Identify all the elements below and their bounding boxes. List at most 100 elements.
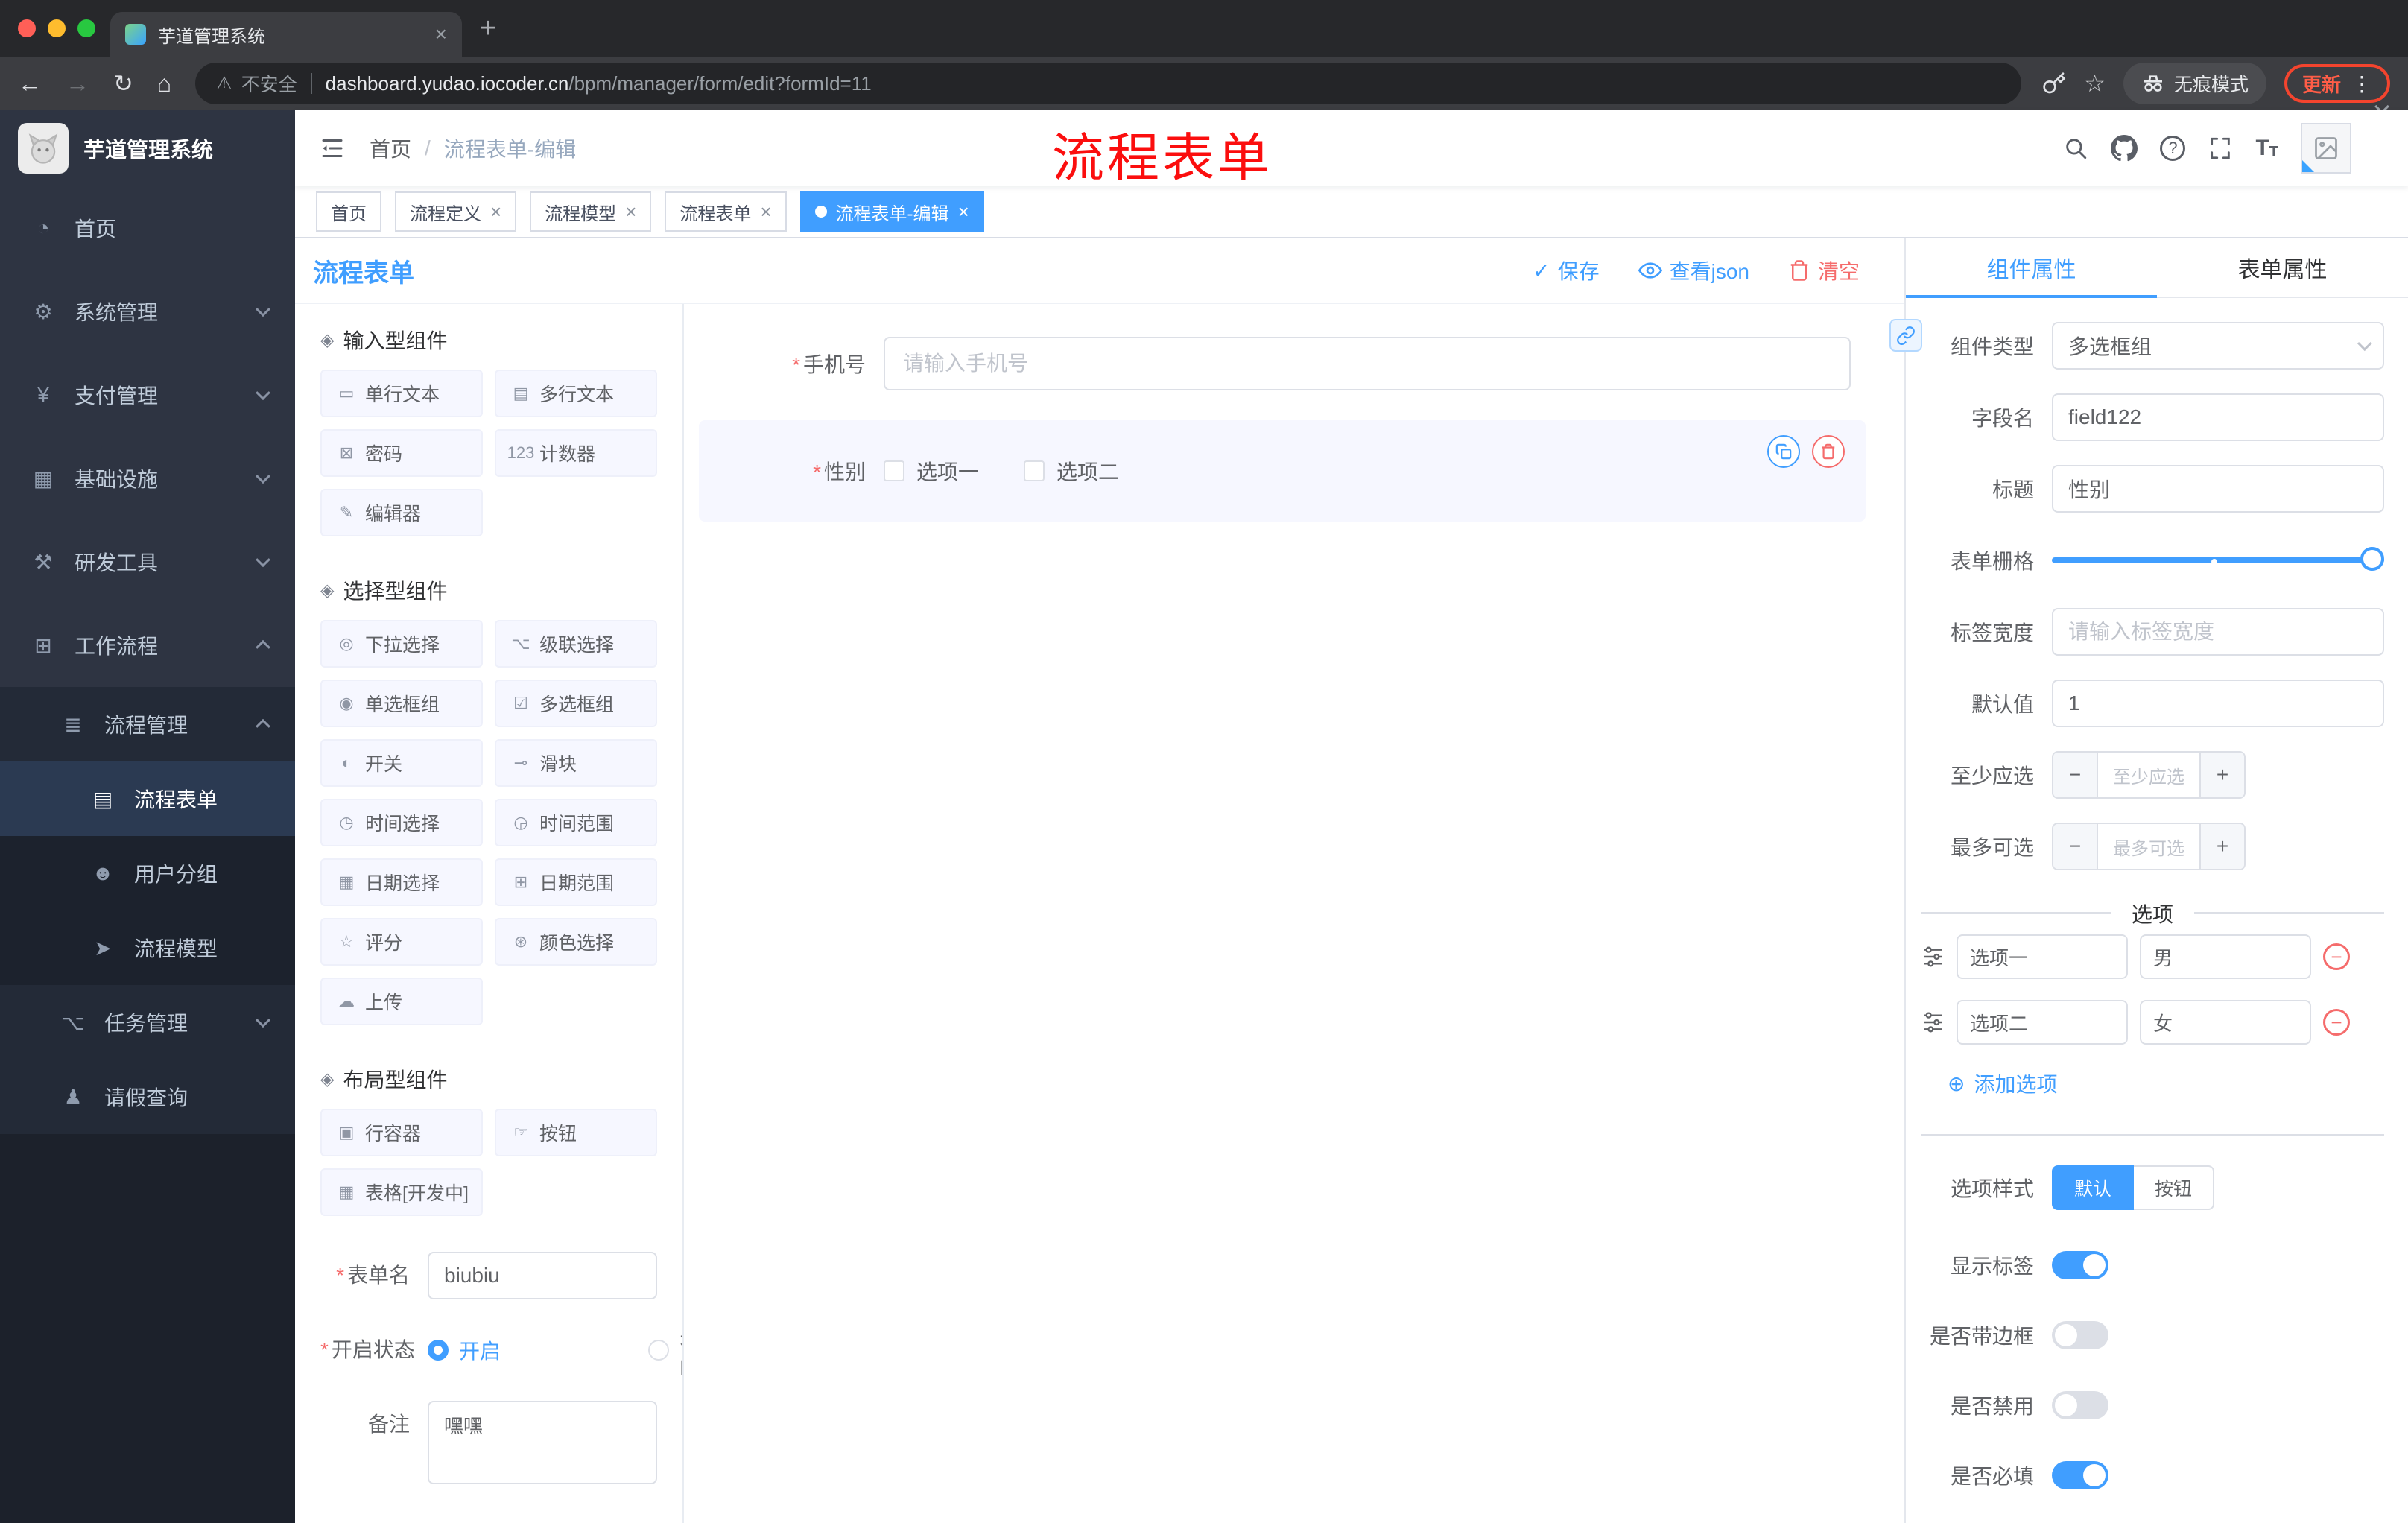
- component-checkbox-group[interactable]: ☑ 多选框组: [495, 680, 657, 727]
- component-slider[interactable]: ⊸ 滑块: [495, 739, 657, 787]
- increment-button[interactable]: +: [2199, 824, 2244, 869]
- component-upload[interactable]: ☁ 上传: [320, 978, 483, 1025]
- component-button[interactable]: ☞ 按钮: [495, 1109, 657, 1156]
- password-key-icon[interactable]: [2042, 72, 2066, 95]
- save-button[interactable]: ✓ 保存: [1533, 256, 1599, 285]
- form-remark-textarea[interactable]: 嘿嘿: [428, 1401, 657, 1484]
- breadcrumb-home[interactable]: 首页: [370, 133, 411, 163]
- component-table[interactable]: ▦ 表格[开发中]: [320, 1168, 483, 1216]
- component-row-container[interactable]: ▣ 行容器: [320, 1109, 483, 1156]
- tab-close-icon[interactable]: ×: [435, 22, 447, 46]
- home-icon[interactable]: ⌂: [157, 70, 171, 98]
- sidebar-item-process-mgmt[interactable]: ≣ 流程管理: [0, 687, 295, 762]
- grid-slider[interactable]: [2052, 536, 2384, 584]
- phone-input[interactable]: [884, 337, 1851, 390]
- minimize-window-button[interactable]: [48, 19, 66, 37]
- tag-process-form[interactable]: 流程表单 ×: [665, 191, 787, 232]
- drag-handle-icon[interactable]: [1921, 945, 1945, 969]
- sidebar-item-home[interactable]: ◔ 首页: [0, 186, 295, 270]
- remove-option-button[interactable]: −: [2323, 1009, 2350, 1036]
- component-select[interactable]: ◎ 下拉选择: [320, 620, 483, 668]
- search-icon[interactable]: [2063, 136, 2088, 161]
- component-single-text[interactable]: ▭ 单行文本: [320, 370, 483, 417]
- drag-handle-icon[interactable]: [1921, 1010, 1945, 1034]
- gender-option-1[interactable]: 选项一: [884, 456, 979, 486]
- help-icon[interactable]: ?: [2160, 136, 2186, 161]
- component-switch[interactable]: ◐ 开关: [320, 739, 483, 787]
- address-bar[interactable]: ⚠ 不安全 dashboard.yudao.iocoder.cn /bpm/ma…: [195, 63, 2022, 104]
- component-type-select[interactable]: 多选框组: [2052, 322, 2384, 370]
- add-option-button[interactable]: ⊕ 添加选项: [1948, 1068, 2384, 1098]
- component-radio-group[interactable]: ◉ 单选框组: [320, 680, 483, 727]
- component-time-range[interactable]: ◶ 时间范围: [495, 799, 657, 846]
- tag-process-model[interactable]: 流程模型 ×: [530, 191, 652, 232]
- sidebar-item-leave-query[interactable]: ♟ 请假查询: [0, 1060, 295, 1134]
- tag-close-icon[interactable]: ×: [958, 200, 969, 224]
- component-textarea[interactable]: ▤ 多行文本: [495, 370, 657, 417]
- clear-button[interactable]: 清空: [1788, 256, 1860, 285]
- browser-update-button[interactable]: 更新 ⋮: [2284, 64, 2390, 103]
- increment-button[interactable]: +: [2199, 753, 2244, 797]
- status-on-radio[interactable]: 开启: [428, 1335, 612, 1365]
- tag-home[interactable]: 首页: [316, 191, 381, 232]
- component-rate[interactable]: ☆ 评分: [320, 918, 483, 966]
- github-icon[interactable]: [2111, 135, 2138, 162]
- tab-form-props[interactable]: 表单属性: [2157, 238, 2408, 297]
- option-label-input[interactable]: [1956, 1000, 2128, 1045]
- style-button-button[interactable]: 按钮: [2134, 1165, 2215, 1210]
- status-off-radio[interactable]: 关闭: [648, 1320, 682, 1380]
- show-label-switch[interactable]: [2052, 1251, 2108, 1279]
- sidebar-item-workflow[interactable]: ⊞ 工作流程: [0, 604, 295, 687]
- tab-component-props[interactable]: 组件属性: [1906, 238, 2157, 298]
- component-time-picker[interactable]: ◷ 时间选择: [320, 799, 483, 846]
- disabled-switch[interactable]: [2052, 1391, 2108, 1419]
- delete-field-button[interactable]: [1812, 435, 1845, 468]
- sidebar-item-system[interactable]: ⚙ 系统管理: [0, 270, 295, 353]
- component-color-picker[interactable]: ⊛ 颜色选择: [495, 918, 657, 966]
- user-avatar[interactable]: [2301, 123, 2351, 174]
- browser-menu-icon[interactable]: ⋮: [2351, 72, 2372, 96]
- form-name-input[interactable]: [428, 1252, 657, 1299]
- phone-field-row[interactable]: * 手机号: [750, 337, 1851, 390]
- tag-process-definition[interactable]: 流程定义 ×: [395, 191, 517, 232]
- view-json-button[interactable]: 查看json: [1638, 256, 1749, 285]
- sidebar-item-payment[interactable]: ¥ 支付管理: [0, 353, 295, 437]
- tag-close-icon[interactable]: ×: [760, 200, 771, 224]
- sidebar-item-process-form[interactable]: ▤ 流程表单: [0, 762, 295, 836]
- sidebar-item-user-group[interactable]: ☻ 用户分组: [0, 836, 295, 911]
- decrement-button[interactable]: −: [2053, 824, 2098, 869]
- fullscreen-icon[interactable]: [2208, 136, 2233, 161]
- sidebar-item-process-model[interactable]: ➤ 流程模型: [0, 911, 295, 985]
- min-select-value[interactable]: 至少应选: [2098, 753, 2199, 797]
- default-value-input[interactable]: [2052, 680, 2384, 727]
- tag-close-icon[interactable]: ×: [490, 200, 501, 224]
- sidebar-item-infra[interactable]: ▦ 基础设施: [0, 437, 295, 520]
- bookmark-star-icon[interactable]: ☆: [2084, 69, 2106, 98]
- sidebar-item-devtools[interactable]: ⚒ 研发工具: [0, 520, 295, 604]
- remove-option-button[interactable]: −: [2323, 943, 2350, 970]
- slider-handle[interactable]: [2360, 547, 2384, 571]
- sidebar-collapse-icon[interactable]: [319, 135, 346, 162]
- component-date-picker[interactable]: ▦ 日期选择: [320, 858, 483, 906]
- decrement-button[interactable]: −: [2053, 753, 2098, 797]
- component-cascader[interactable]: ⌥ 级联选择: [495, 620, 657, 668]
- field-name-input[interactable]: [2052, 393, 2384, 441]
- forward-icon[interactable]: →: [66, 70, 89, 98]
- border-switch[interactable]: [2052, 1321, 2108, 1349]
- required-switch[interactable]: [2052, 1461, 2108, 1489]
- component-editor[interactable]: ✎ 编辑器: [320, 489, 483, 536]
- label-width-input[interactable]: [2052, 608, 2384, 656]
- option-label-input[interactable]: [1956, 934, 2128, 979]
- gender-option-2[interactable]: 选项二: [1024, 456, 1119, 486]
- sidebar-item-task-mgmt[interactable]: ⌥ 任务管理: [0, 985, 295, 1060]
- link-icon[interactable]: [1889, 319, 1922, 352]
- max-select-value[interactable]: 最多可选: [2098, 824, 2199, 869]
- style-default-button[interactable]: 默认: [2052, 1165, 2135, 1210]
- close-window-button[interactable]: [18, 19, 36, 37]
- component-counter[interactable]: 123 计数器: [495, 429, 657, 477]
- tag-close-icon[interactable]: ×: [625, 200, 636, 224]
- component-date-range[interactable]: ⊞ 日期范围: [495, 858, 657, 906]
- title-input[interactable]: [2052, 465, 2384, 513]
- back-icon[interactable]: ←: [18, 70, 42, 98]
- copy-field-button[interactable]: [1767, 435, 1800, 468]
